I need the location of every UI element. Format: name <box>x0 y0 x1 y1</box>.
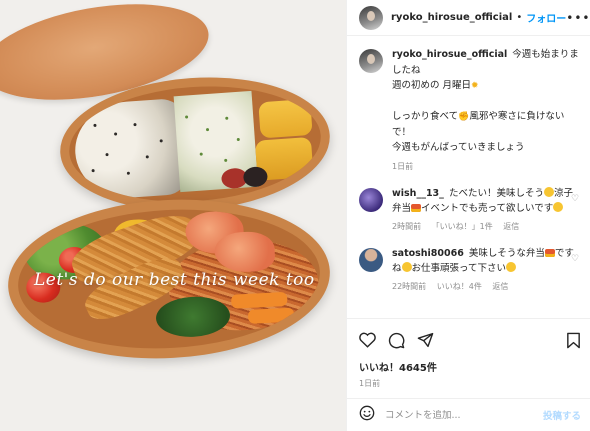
comment-heart-icon[interactable]: ♡ <box>571 194 581 204</box>
photo-overlay-text: Let's do our best this week too <box>34 270 315 290</box>
likes-count[interactable]: いいね！4645件 <box>359 359 581 374</box>
post-actions: いいね！4645件 1日前 <box>347 318 590 389</box>
smile-emoji-icon <box>553 201 564 212</box>
sun-icon: ✹ <box>471 81 479 91</box>
smile-emoji-icon <box>401 261 412 272</box>
post-caption: ryoko_hirosue_official 今週も始まりましたね 週の初めの … <box>347 37 590 172</box>
avatar[interactable] <box>359 5 383 30</box>
comment-username[interactable]: wish__13_ <box>392 188 444 199</box>
comment-time: 22時間前 <box>392 281 427 291</box>
comment-time: 2時間前 <box>392 221 422 231</box>
instagram-post: Let's do our best this week too ryoko_hi… <box>0 0 590 431</box>
caption-time: 1日前 <box>392 161 414 171</box>
comment-heart-icon[interactable]: ♡ <box>571 254 581 264</box>
avatar[interactable] <box>359 247 383 272</box>
comment-text: お仕事頑張って下さい <box>411 262 507 274</box>
comment-icon[interactable] <box>388 332 405 349</box>
heart-icon[interactable] <box>359 332 376 348</box>
bento-emoji-icon <box>411 203 422 212</box>
avatar[interactable] <box>359 187 383 212</box>
caption-line: しっかり食べて <box>392 111 459 122</box>
follow-button[interactable]: フォロー <box>526 10 566 25</box>
comment-text: イベントでも売って欲しいです <box>421 202 554 214</box>
comment-item: wish__13_ たべたい！美味しそう 涼子弁当 イベントでも売って欲しいです 2… <box>347 186 590 232</box>
post-photo[interactable]: Let's do our best this week too <box>0 0 346 431</box>
header-username[interactable]: ryoko_hirosue_official <box>391 12 512 23</box>
smile-emoji-icon <box>543 186 554 197</box>
more-options-icon[interactable]: ••• <box>566 11 590 25</box>
separator-dot: • <box>516 12 523 23</box>
smile-emoji-icon <box>506 261 517 272</box>
comment-item: satoshi80066 美味しそうな弁当 ですね お仕事頑張って下さい 22時間前… <box>347 246 590 292</box>
share-icon[interactable] <box>417 332 434 348</box>
post-comment-button[interactable]: 投稿する <box>543 408 581 422</box>
caption-line: 週の初めの 月曜日 <box>392 80 472 91</box>
avatar[interactable] <box>359 49 383 73</box>
comments-list[interactable]: ryoko_hirosue_official 今週も始まりましたね 週の初めの … <box>347 37 590 317</box>
reply-button[interactable]: 返信 <box>503 222 519 231</box>
reply-button[interactable]: 返信 <box>492 282 508 291</box>
comment-text: たべたい！美味しそう <box>448 187 544 199</box>
post-time: 1日前 <box>359 379 381 388</box>
comment-text: 美味しそうな弁当 <box>468 247 545 259</box>
emoji-icon[interactable] <box>359 405 375 425</box>
comment-username[interactable]: satoshi80066 <box>392 248 464 259</box>
bento-emoji-icon <box>544 248 555 257</box>
caption-username[interactable]: ryoko_hirosue_official <box>392 49 507 60</box>
comment-likes[interactable]: いいね！4件 <box>437 282 482 291</box>
bookmark-icon[interactable] <box>566 332 581 349</box>
caption-line: 今週もがんばっていきましょう <box>392 142 525 153</box>
post-header: ryoko_hirosue_official • フォロー ••• <box>347 0 590 36</box>
muscle-icon: ✊ <box>458 112 470 122</box>
post-sidebar: ryoko_hirosue_official • フォロー ••• ryoko_… <box>346 0 590 431</box>
add-comment-bar: 投稿する <box>347 398 590 431</box>
comment-input[interactable] <box>385 409 543 421</box>
comment-likes[interactable]: 「いいね！」1件 <box>432 222 493 231</box>
